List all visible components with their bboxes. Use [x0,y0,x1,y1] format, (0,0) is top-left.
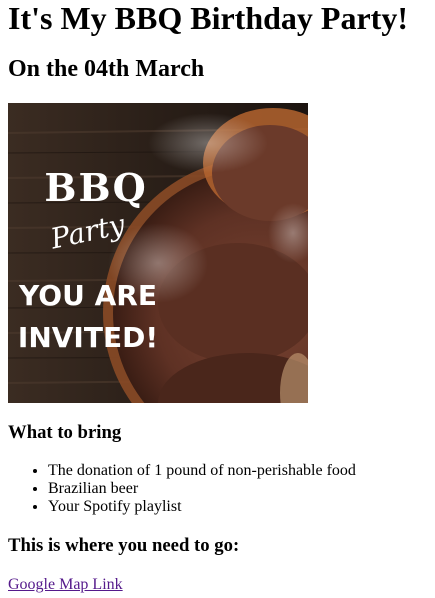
bbq-invite-image: BBQ Party YOU ARE INVITED! [8,103,308,403]
invite-bbq-text: BBQ [44,165,147,210]
google-map-link[interactable]: Google Map Link [8,576,123,593]
date-heading: On the 04th March [8,56,205,82]
list-item: Brazilian beer [48,480,427,498]
invite-invited-text: INVITED! [18,321,158,354]
invite-you-are-text: YOU ARE [18,279,157,312]
bring-title: What to bring [8,422,122,443]
page: It's My BBQ Birthday Party! On the 04th … [0,0,435,594]
page-title: It's My BBQ Birthday Party! [8,0,408,36]
link-paragraph: Google Map Link [8,576,427,594]
bring-list: The donation of 1 pound of non-perishabl… [8,462,427,516]
location-title: This is where you need to go: [8,535,240,556]
list-item: Your Spotify playlist [48,498,427,516]
list-item: The donation of 1 pound of non-perishabl… [48,462,427,480]
